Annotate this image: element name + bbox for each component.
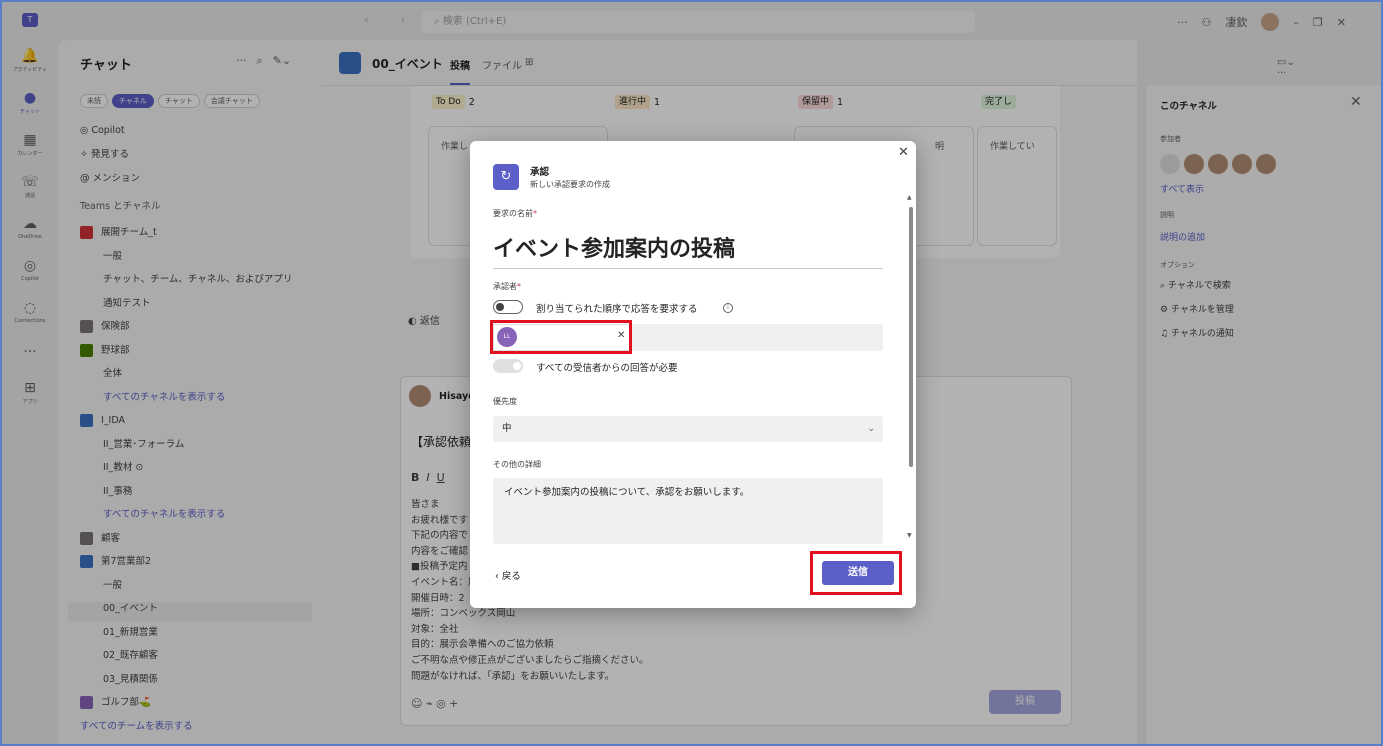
chevron-left-icon: ‹ xyxy=(495,571,502,582)
request-name-label: 要求の名前* xyxy=(493,209,537,218)
dialog-scrollbar[interactable] xyxy=(909,207,913,467)
scroll-up-icon[interactable]: ▲ xyxy=(907,194,912,201)
all-response-label: すべての受信者からの回答が必要 xyxy=(536,363,678,374)
sequential-toggle[interactable] xyxy=(493,300,523,314)
app-window: T ‹ › ⌕ 検索 (Ctrl+E) ··· ⚇ 凄欽 – ❐ ✕ 🔔 アクティ… xyxy=(0,0,1383,746)
approval-dialog: ✕ ↻ 承認 新しい承認要求の作成 要求の名前* イベント参加案内の投稿 承認者… xyxy=(470,141,916,608)
all-response-toggle[interactable] xyxy=(493,359,523,373)
back-button[interactable]: ‹ 戻る xyxy=(495,568,521,582)
info-icon[interactable]: i xyxy=(723,303,733,313)
sequential-toggle-label: 割り当てられた順序で応答を要求する xyxy=(536,304,698,315)
approver-label: 承認者* xyxy=(493,282,521,291)
dialog-subtitle: 新しい承認要求の作成 xyxy=(530,180,610,189)
details-textarea[interactable]: イベント参加案内の投稿について、承認をお願いします。 xyxy=(493,478,883,544)
approvals-app-icon: ↻ xyxy=(493,164,519,190)
approver-highlight-box xyxy=(490,320,632,354)
send-highlight-box xyxy=(810,551,902,595)
request-name-input[interactable]: イベント参加案内の投稿 xyxy=(493,233,883,269)
scroll-down-icon[interactable]: ▼ xyxy=(907,532,912,539)
priority-label: 優先度 xyxy=(493,397,517,406)
priority-select[interactable]: 中 ⌄ xyxy=(493,416,883,442)
details-label: その他の詳細 xyxy=(493,460,541,469)
chevron-down-icon: ⌄ xyxy=(867,424,875,434)
close-icon[interactable]: ✕ xyxy=(898,145,909,160)
priority-value: 中 xyxy=(502,423,512,434)
dialog-title: 承認 xyxy=(530,167,550,178)
